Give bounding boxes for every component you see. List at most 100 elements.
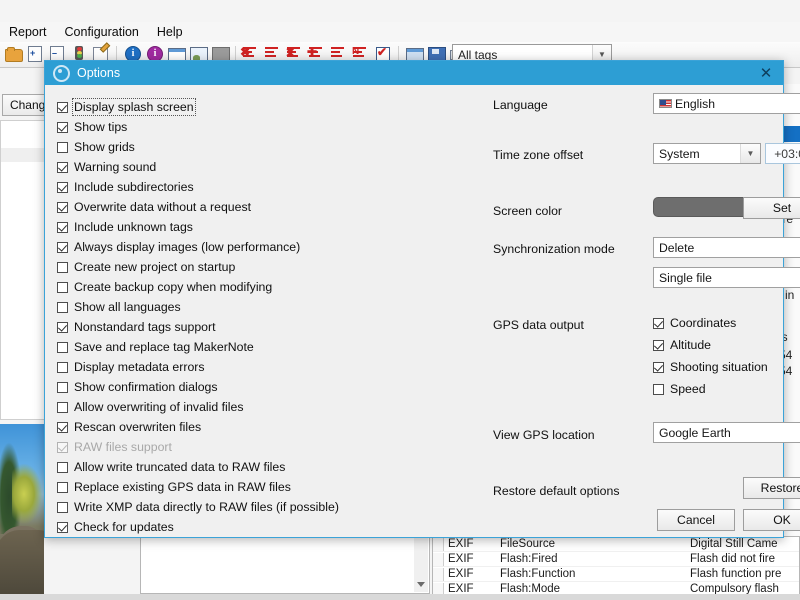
dialog-title-bar[interactable]: Options ✕ <box>45 61 783 85</box>
checkbox-box <box>57 461 68 473</box>
checkbox-box <box>57 481 68 493</box>
chevron-down-icon: ▼ <box>740 144 760 163</box>
checkbox-label: Create backup copy when modifying <box>74 280 273 294</box>
checkbox-always-display-images[interactable]: Always display images (low performance) <box>57 237 457 257</box>
checkbox-include-subdirectories[interactable]: Include subdirectories <box>57 177 457 197</box>
checkbox-label: Nonstandard tags support <box>74 320 216 334</box>
exif-tag: Flash:Function <box>500 568 576 580</box>
checkbox-label: Show tips <box>74 120 128 134</box>
checkbox-label: Shooting situation <box>670 360 768 374</box>
restore-button[interactable]: Restore <box>743 477 800 499</box>
options-dialog: Options ✕ Display splash screen Show tip… <box>44 60 800 539</box>
checkbox-box <box>57 341 68 353</box>
checkbox-box <box>57 401 68 413</box>
checkbox-warning-sound[interactable]: Warning sound <box>57 157 457 177</box>
synchronization-target-select[interactable]: Single file ▼ <box>653 267 800 288</box>
checkbox-label: Always display images (low performance) <box>74 240 301 254</box>
language-select[interactable]: English ▼ <box>653 93 800 114</box>
gear-icon <box>53 64 70 82</box>
checkbox-show-confirmation-dialogs[interactable]: Show confirmation dialogs <box>57 377 457 397</box>
language-label: Language <box>493 98 548 112</box>
checkbox-create-new-project-on-startup[interactable]: Create new project on startup <box>57 257 457 277</box>
synchronization-mode-label: Synchronization mode <box>493 242 615 256</box>
timezone-value: System <box>659 146 700 161</box>
ok-button[interactable]: OK <box>743 509 800 531</box>
checkbox-gps-speed[interactable]: Speed <box>653 382 706 396</box>
checkbox-box <box>57 521 68 533</box>
us-flag-icon <box>659 99 672 108</box>
checkbox-gps-shooting-situation[interactable]: Shooting situation <box>653 360 768 374</box>
language-text: English <box>675 96 715 111</box>
table-row[interactable]: EXIF FileSource Digital Still Came <box>433 537 799 552</box>
checkbox-nonstandard-tags-support[interactable]: Nonstandard tags support <box>57 317 457 337</box>
checkbox-label: Include unknown tags <box>74 220 193 234</box>
open-folder-icon[interactable] <box>3 45 23 65</box>
close-icon[interactable]: ✕ <box>753 62 779 84</box>
checkbox-label: Show confirmation dialogs <box>74 380 218 394</box>
checkbox-box <box>57 361 68 373</box>
view-gps-location-value: Google Earth <box>659 425 731 440</box>
checkbox-rescan-overwriten-files[interactable]: Rescan overwriten files <box>57 417 457 437</box>
timezone-offset-field[interactable]: +03:00 <box>765 143 800 164</box>
timezone-select[interactable]: System ▼ <box>653 143 761 164</box>
menu-item-configuration[interactable]: Configuration <box>56 22 148 42</box>
options-fields-panel: Language English ▼ Time zone offset Syst… <box>493 85 800 539</box>
photo-thumbnail[interactable] <box>0 424 44 600</box>
screen-color-label: Screen color <box>493 204 563 218</box>
checkbox-save-replace-makernote[interactable]: Save and replace tag MakerNote <box>57 337 457 357</box>
checkbox-label: Warning sound <box>74 160 157 174</box>
background-listbox[interactable] <box>140 536 430 594</box>
checkbox-gps-coordinates[interactable]: Coordinates <box>653 316 736 330</box>
checkbox-write-xmp-directly-raw[interactable]: Write XMP data directly to RAW files (if… <box>57 497 457 517</box>
cancel-button[interactable]: Cancel <box>657 509 735 531</box>
checkbox-box <box>57 501 68 513</box>
checkbox-check-for-updates[interactable]: Check for updates <box>57 517 457 537</box>
exif-value: Flash did not fire <box>690 553 776 565</box>
checkbox-box <box>653 383 664 395</box>
checkbox-label: Show all languages <box>74 300 181 314</box>
table-row[interactable]: EXIF Flash:Fired Flash did not fire <box>433 552 799 567</box>
checkbox-create-backup-copy[interactable]: Create backup copy when modifying <box>57 277 457 297</box>
checkbox-label: Speed <box>670 382 706 396</box>
table-row[interactable]: EXIF Flash:Function Flash function pre <box>433 567 799 582</box>
checkbox-allow-write-truncated-raw[interactable]: Allow write truncated data to RAW files <box>57 457 457 477</box>
checkbox-label: Save and replace tag MakerNote <box>74 340 254 354</box>
checkbox-box <box>57 441 68 453</box>
exif-group: EXIF <box>448 568 474 580</box>
timezone-label: Time zone offset <box>493 148 584 162</box>
exif-value: Digital Still Came <box>690 538 778 550</box>
checkbox-box <box>57 281 68 293</box>
menu-item-report[interactable]: Report <box>0 22 56 42</box>
thumbnail-rock <box>0 530 44 600</box>
set-color-button[interactable]: Set <box>743 197 800 219</box>
checkbox-box <box>57 161 68 173</box>
checkbox-overwrite-data-without-request[interactable]: Overwrite data without a request <box>57 197 457 217</box>
checkbox-box <box>57 141 68 153</box>
checkbox-replace-existing-gps-raw[interactable]: Replace existing GPS data in RAW files <box>57 477 457 497</box>
vertical-scrollbar[interactable] <box>414 538 428 592</box>
checkbox-label: Show grids <box>74 140 135 154</box>
checkbox-display-metadata-errors[interactable]: Display metadata errors <box>57 357 457 377</box>
checkbox-display-splash-screen[interactable]: Display splash screen <box>57 97 457 117</box>
exif-table[interactable]: EXIF FileSource Digital Still Came EXIF … <box>432 536 800 598</box>
checkbox-label: Rescan overwriten files <box>74 420 202 434</box>
view-gps-location-select[interactable]: Google Earth ▼ <box>653 422 800 443</box>
checkbox-show-tips[interactable]: Show tips <box>57 117 457 137</box>
checkbox-include-unknown-tags[interactable]: Include unknown tags <box>57 217 457 237</box>
add-file-icon[interactable]: + <box>25 45 45 65</box>
checkbox-gps-altitude[interactable]: Altitude <box>653 338 711 352</box>
checkbox-show-all-languages[interactable]: Show all languages <box>57 297 457 317</box>
menu-item-help[interactable]: Help <box>148 22 192 42</box>
checkbox-label: Coordinates <box>670 316 737 330</box>
checkbox-label: Display metadata errors <box>74 360 205 374</box>
checkbox-show-grids[interactable]: Show grids <box>57 137 457 157</box>
checkbox-box <box>57 121 68 133</box>
exif-tag: FileSource <box>500 538 555 550</box>
checkbox-label: Replace existing GPS data in RAW files <box>74 480 291 494</box>
checkbox-box <box>57 261 68 273</box>
menu-bar: Report Configuration Help <box>0 22 800 42</box>
synchronization-target-value: Single file <box>659 270 712 285</box>
checkbox-box <box>57 301 68 313</box>
checkbox-allow-overwriting-invalid-files[interactable]: Allow overwriting of invalid files <box>57 397 457 417</box>
synchronization-mode-select[interactable]: Delete ▼ <box>653 237 800 258</box>
